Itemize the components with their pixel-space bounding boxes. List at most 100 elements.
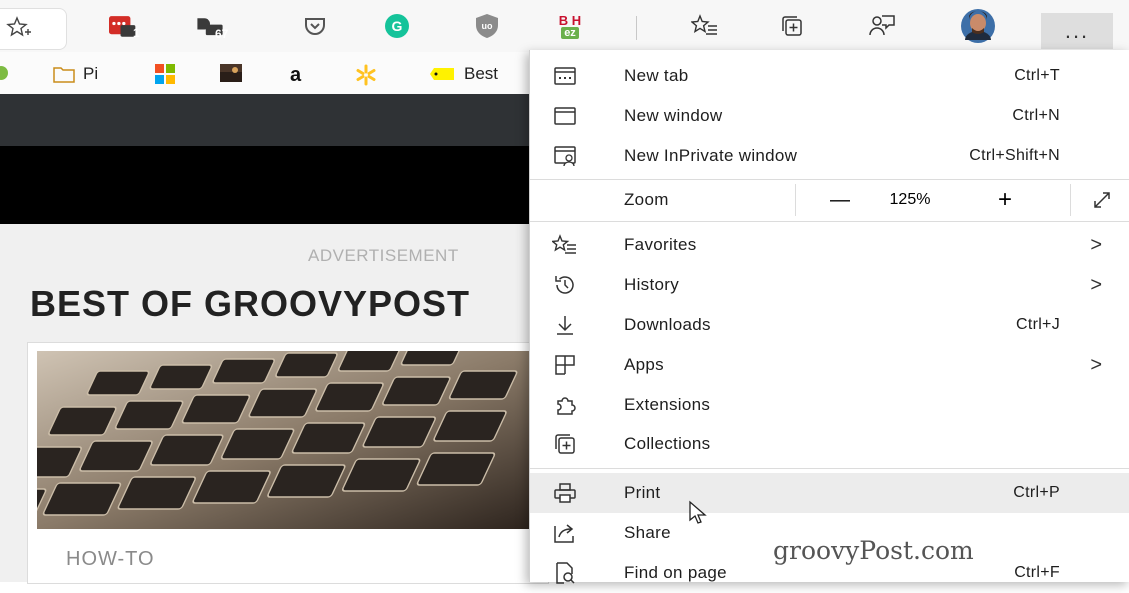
green-favicon[interactable] — [0, 66, 8, 80]
bookmark-microsoft[interactable] — [155, 64, 175, 84]
menu-separator — [530, 221, 1129, 222]
find-icon — [552, 560, 578, 586]
pocket-icon[interactable] — [301, 12, 329, 40]
amazon-icon: a — [290, 64, 302, 86]
favorites-icon — [552, 232, 578, 258]
mouse-cursor-icon — [689, 500, 707, 524]
bookmark-photo[interactable] — [220, 64, 242, 82]
collections-icon[interactable] — [778, 12, 806, 40]
bookmark-best[interactable]: Best — [430, 64, 498, 84]
chevron-right-icon: > — [1090, 233, 1102, 256]
history-icon — [552, 272, 578, 298]
new-tab-icon — [552, 63, 578, 89]
menu-item-label: New tab — [624, 66, 689, 85]
zoom-level: 125% — [880, 180, 940, 220]
extensions-icon — [552, 392, 578, 418]
menu-item-history[interactable]: History > — [530, 265, 1129, 305]
menu-item-label: New window — [624, 106, 723, 125]
menu-item-new-tab[interactable]: New tab Ctrl+T — [530, 56, 1129, 96]
zoom-separator — [795, 184, 796, 216]
folder-icon — [53, 67, 75, 83]
menu-item-label: Downloads — [624, 315, 711, 334]
dashlane-badge: 67 — [215, 27, 229, 41]
browser-toolbar: 1 67 G uo B H ez ... — [0, 0, 1129, 53]
menu-separator — [530, 468, 1129, 469]
menu-item-collections[interactable]: Collections — [530, 424, 1129, 464]
plus-icon: + — [997, 186, 1012, 213]
zoom-separator — [1070, 184, 1071, 216]
favorites-icon[interactable] — [691, 12, 719, 40]
lastpass-icon[interactable]: 1 — [109, 12, 140, 40]
menu-item-apps[interactable]: Apps > — [530, 345, 1129, 385]
share-icon — [552, 520, 578, 546]
menu-item-shortcut: Ctrl+J — [1015, 316, 1060, 333]
fullscreen-icon — [1094, 192, 1110, 208]
menu-item-label: History — [624, 275, 679, 294]
bookmark-pi[interactable]: Pi — [53, 64, 98, 84]
menu-item-new-window[interactable]: New window Ctrl+N — [530, 96, 1129, 136]
lastpass-badge: 1 — [133, 26, 140, 40]
zoom-label: Zoom — [624, 190, 669, 209]
article-category: HOW-TO — [66, 548, 155, 570]
fullscreen-button[interactable] — [1078, 180, 1126, 220]
more-button[interactable]: ... — [1041, 13, 1113, 49]
dashlane-icon[interactable]: 67 — [196, 12, 228, 41]
ublock-icon[interactable]: uo — [473, 12, 501, 40]
menu-item-shortcut: Ctrl+N — [1012, 107, 1060, 124]
walmart-icon — [356, 64, 376, 86]
feedback-icon[interactable] — [868, 12, 896, 40]
bookmark-label: Pi — [83, 64, 99, 83]
menu-item-label: Collections — [624, 434, 711, 453]
profile-avatar[interactable] — [960, 8, 996, 44]
menu-item-label: Extensions — [624, 395, 711, 414]
menu-item-extensions[interactable]: Extensions — [530, 385, 1129, 425]
apps-icon — [552, 352, 578, 378]
menu-item-print[interactable]: Print Ctrl+P — [530, 473, 1129, 513]
toolbar-separator — [636, 16, 637, 40]
zoom-value: 125% — [889, 191, 931, 208]
article-image — [37, 351, 542, 529]
bestbuy-icon — [430, 68, 454, 80]
bookmark-amazon[interactable]: a — [290, 64, 301, 87]
menu-item-new-inprivate-window[interactable]: New InPrivate window Ctrl+Shift+N — [530, 136, 1129, 176]
bookmark-label: Best — [464, 64, 499, 83]
menu-item-label: Share — [624, 523, 671, 542]
print-icon — [552, 480, 578, 506]
menu-item-shortcut: Ctrl+P — [1013, 484, 1060, 501]
more-icon: ... — [1064, 18, 1090, 43]
menu-item-shortcut: Ctrl+F — [1014, 564, 1060, 581]
bh-icon[interactable]: B H ez — [556, 12, 584, 40]
new-window-icon — [552, 103, 578, 129]
bh-label: B H — [558, 12, 582, 28]
bh-sub: ez — [561, 26, 579, 39]
bookmark-walmart[interactable] — [355, 64, 377, 86]
favorite-add-icon[interactable] — [6, 15, 32, 46]
menu-item-label: Apps — [624, 355, 664, 374]
address-bar-end[interactable] — [0, 8, 67, 50]
chevron-right-icon: > — [1090, 353, 1102, 376]
page-heading: BEST OF GROOVYPOST — [30, 283, 471, 324]
menu-item-label: Favorites — [624, 235, 697, 254]
menu-item-label: Print — [624, 483, 661, 502]
svg-text:uo: uo — [482, 21, 493, 31]
minus-icon: — — [830, 188, 850, 211]
svg-text:G: G — [392, 18, 403, 34]
menu-item-shortcut: Ctrl+Shift+N — [969, 147, 1060, 164]
photo-icon — [220, 64, 242, 82]
menu-item-shortcut: Ctrl+T — [1014, 67, 1060, 84]
menu-item-zoom: Zoom — 125% + — [530, 180, 1129, 220]
zoom-in-button[interactable]: + — [980, 180, 1030, 220]
menu-item-downloads[interactable]: Downloads Ctrl+J — [530, 305, 1129, 345]
grammarly-icon[interactable]: G — [383, 12, 411, 40]
microsoft-icon — [155, 64, 175, 84]
download-icon — [552, 312, 578, 338]
menu-item-label: New InPrivate window — [624, 146, 798, 165]
inprivate-icon — [552, 143, 578, 169]
advertisement-label: ADVERTISEMENT — [308, 246, 459, 265]
settings-menu: New tab Ctrl+T New window Ctrl+N New InP… — [529, 50, 1129, 584]
watermark: groovyPost.com — [773, 536, 974, 565]
menu-item-favorites[interactable]: Favorites > — [530, 225, 1129, 265]
menu-item-label: Find on page — [624, 563, 727, 582]
chevron-right-icon: > — [1090, 273, 1102, 296]
zoom-out-button[interactable]: — — [815, 180, 865, 220]
